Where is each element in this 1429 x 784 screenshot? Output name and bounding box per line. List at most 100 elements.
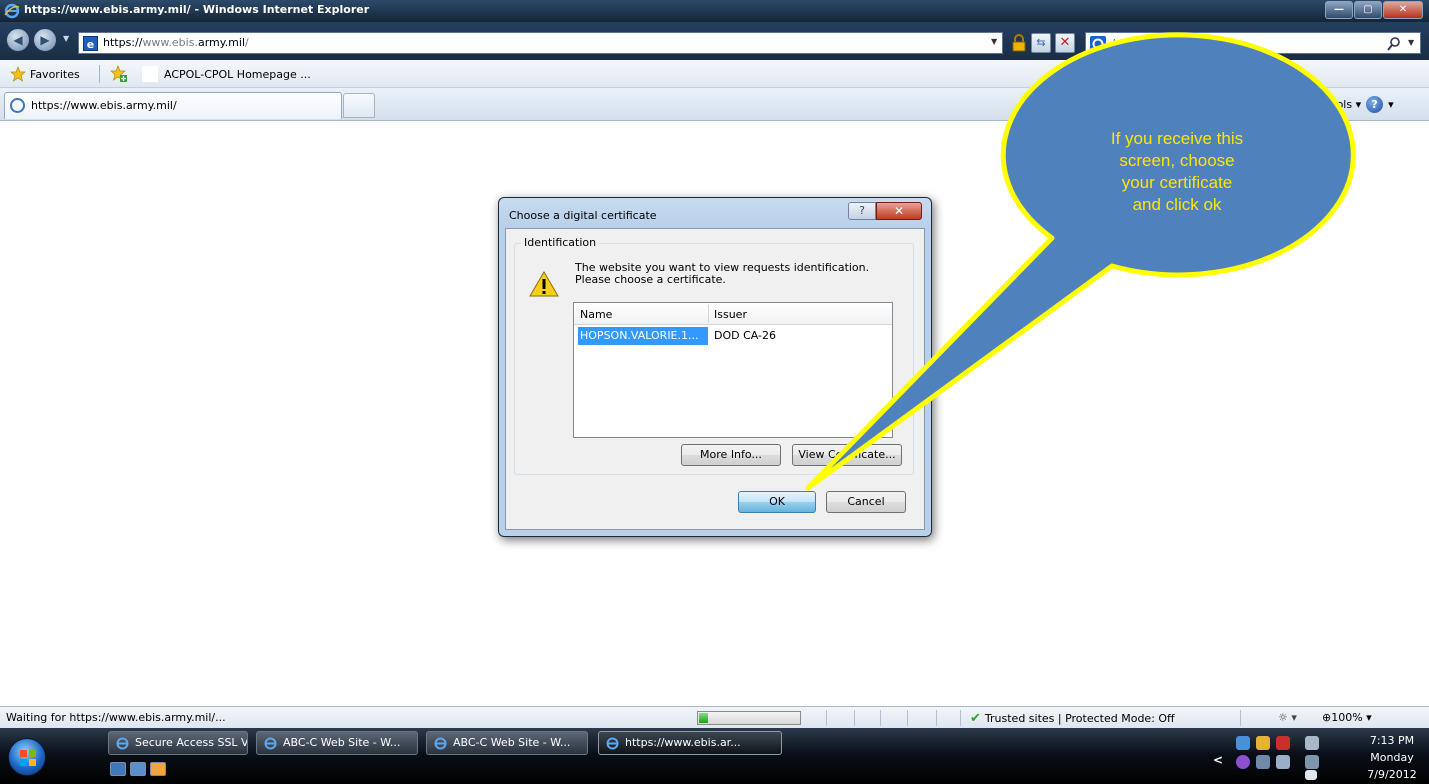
search-icon[interactable]	[1386, 36, 1402, 52]
minimize-button[interactable]: —	[1325, 1, 1353, 19]
messenger-tray-icon[interactable]	[1236, 755, 1250, 769]
status-divider	[880, 710, 881, 726]
network-tray-icon[interactable]	[1236, 736, 1250, 750]
cancel-button[interactable]: Cancel	[826, 491, 906, 513]
new-tab-button[interactable]	[343, 93, 375, 118]
start-button[interactable]	[8, 738, 46, 776]
ie-icon	[434, 737, 447, 750]
taskbar-button-1[interactable]: Secure Access SSL V...	[108, 731, 248, 755]
volume-icon[interactable]	[1305, 770, 1317, 780]
close-window-button[interactable]: ✕	[1383, 1, 1423, 19]
dialog-body: Identification The website you want to v…	[505, 228, 925, 530]
ie-page-icon: e	[83, 36, 98, 51]
progress-bar	[697, 711, 801, 725]
ie-icon	[116, 737, 129, 750]
forward-button[interactable]: ▶	[33, 28, 57, 52]
warning-icon	[529, 271, 559, 297]
windows-logo-icon	[20, 750, 36, 766]
ie-icon	[606, 737, 619, 750]
show-desktop-icon[interactable]	[110, 762, 126, 776]
zoom-icon: ⊕	[1322, 711, 1332, 724]
zone-label: Trusted sites | Protected Mode: Off	[984, 712, 1175, 725]
group-label: Identification	[521, 236, 600, 249]
view-certificate-button[interactable]: View Certificate...	[792, 444, 902, 466]
sync-tray-icon[interactable]	[1276, 755, 1290, 769]
ie-icon	[264, 737, 277, 750]
column-header-issuer[interactable]: Issuer	[714, 308, 747, 321]
status-divider	[854, 710, 855, 726]
column-header-name[interactable]: Name	[580, 308, 612, 321]
page-icon	[142, 66, 158, 82]
help-dropdown[interactable]: ▾	[1388, 98, 1394, 111]
certificate-list[interactable]: Name Issuer HOPSON.VALORIE.1... DOD CA-2…	[573, 302, 893, 438]
navigation-bar: ◀ ▶ ▼ e https://www.ebis.army.mil/ ▼ ⇆ ✕…	[0, 22, 1429, 60]
status-divider	[907, 710, 908, 726]
favorites-label: Favorites	[30, 67, 80, 81]
taskbar-button-4[interactable]: https://www.ebis.ar...	[598, 731, 782, 755]
antivirus-tray-icon[interactable]	[1276, 736, 1290, 750]
list-header: Name Issuer	[574, 303, 892, 325]
certificate-issuer: DOD CA-26	[714, 329, 777, 342]
dialog-help-button[interactable]: ?	[848, 202, 876, 220]
search-options-dropdown[interactable]: ▼	[1408, 38, 1414, 47]
certificate-row[interactable]: HOPSON.VALORIE.1... DOD CA-26	[574, 327, 892, 345]
recent-pages-dropdown[interactable]: ▼	[63, 34, 69, 43]
zone-icon: ☼	[1278, 711, 1288, 724]
certificate-name: HOPSON.VALORIE.1...	[578, 327, 708, 345]
ie-logo-icon	[4, 3, 20, 19]
status-divider	[1240, 710, 1241, 726]
favorites-button[interactable]: Favorites	[10, 66, 80, 82]
outlook-icon[interactable]	[150, 762, 166, 776]
status-text: Waiting for https://www.ebis.army.mil/..…	[6, 711, 226, 724]
arrow-right-icon: ▶	[40, 33, 50, 47]
address-url: https://www.ebis.army.mil/	[103, 36, 249, 49]
stop-icon: ✕	[1059, 35, 1071, 50]
maximize-button[interactable]: ▢	[1354, 1, 1382, 19]
refresh-icon: ⇆	[1036, 36, 1046, 49]
zoom-control[interactable]: ⊕100% ▾	[1322, 711, 1372, 724]
dialog-close-button[interactable]: ✕	[876, 202, 922, 220]
dialog-title: Choose a digital certificate	[509, 209, 657, 222]
display-tray-icon[interactable]	[1256, 755, 1270, 769]
address-dropdown[interactable]: ▼	[991, 37, 997, 46]
taskbar-button-3[interactable]: ABC-C Web Site - W...	[426, 731, 588, 755]
star-icon	[10, 66, 26, 82]
favorite-link-acpol[interactable]: ACPOL-CPOL Homepage ...	[142, 66, 311, 82]
status-divider	[936, 710, 937, 726]
tab-ebis[interactable]: https://www.ebis.army.mil/	[4, 92, 342, 119]
status-divider	[960, 710, 961, 726]
live-search-icon	[1090, 36, 1106, 52]
status-divider	[826, 710, 827, 726]
security-zone[interactable]: ✔ Trusted sites | Protected Mode: Off	[970, 711, 1175, 726]
tools-label: Tools ▾	[1325, 98, 1362, 111]
tab-bar: https://www.ebis.army.mil/ Tools ▾ ? ▾	[0, 88, 1429, 121]
show-hidden-icons-button[interactable]: <	[1213, 753, 1223, 767]
ok-button[interactable]: OK	[738, 491, 816, 513]
add-favorite-icon[interactable]	[108, 65, 128, 83]
window-title: https://www.ebis.army.mil/ - Windows Int…	[24, 3, 370, 16]
switch-windows-icon[interactable]	[130, 762, 146, 776]
stop-button[interactable]: ✕	[1055, 33, 1075, 53]
search-box[interactable]: ▼	[1085, 32, 1421, 54]
status-bar: Waiting for https://www.ebis.army.mil/..…	[0, 706, 1429, 728]
lock-icon[interactable]	[1010, 34, 1028, 52]
checkmark-icon: ✔	[970, 711, 981, 726]
address-bar[interactable]: e https://www.ebis.army.mil/ ▼	[78, 32, 1003, 54]
zone-settings-dropdown[interactable]: ☼ ▾	[1278, 711, 1297, 724]
column-separator[interactable]	[708, 305, 709, 323]
choose-certificate-dialog: Choose a digital certificate ? ✕ Identif…	[498, 197, 932, 537]
security-tray-icon[interactable]	[1256, 736, 1270, 750]
search-input[interactable]	[1112, 35, 1362, 51]
help-icon[interactable]: ?	[1366, 96, 1384, 113]
progress-fill	[699, 713, 708, 723]
tools-menu[interactable]: Tools ▾ ? ▾	[1325, 96, 1394, 113]
system-clock[interactable]: 7:13 PM Monday 7/9/2012	[1360, 734, 1424, 782]
power-tray-icon[interactable]	[1305, 736, 1319, 750]
taskbar-button-2[interactable]: ABC-C Web Site - W...	[256, 731, 418, 755]
loading-icon	[10, 98, 25, 113]
refresh-button[interactable]: ⇆	[1031, 33, 1051, 53]
back-button[interactable]: ◀	[6, 28, 30, 52]
more-info-button[interactable]: More Info...	[681, 444, 781, 466]
connection-tray-icon[interactable]	[1305, 755, 1319, 769]
identification-group: Identification The website you want to v…	[514, 236, 914, 475]
